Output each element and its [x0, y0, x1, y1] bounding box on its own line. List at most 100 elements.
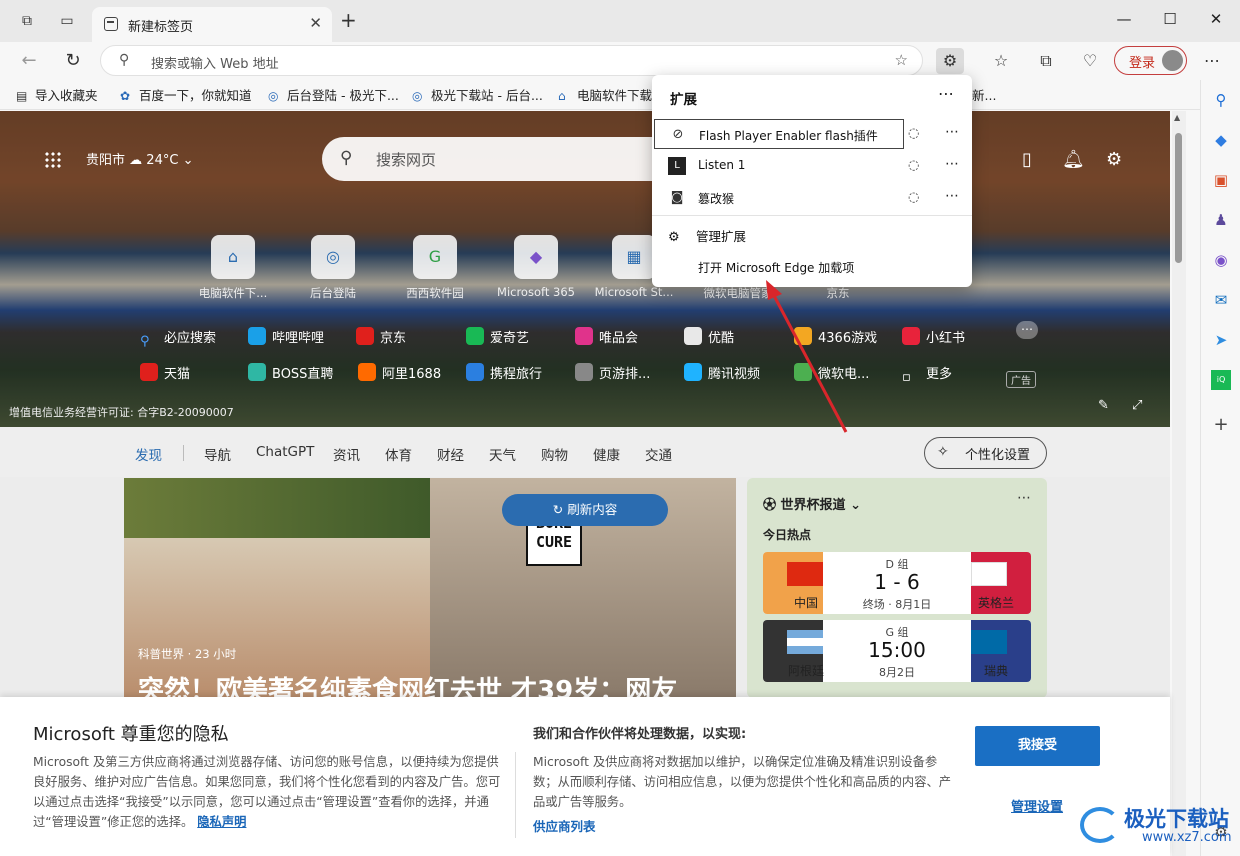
edit-background-icon[interactable]: ✎	[1098, 398, 1109, 413]
hide-icon[interactable]: ◌	[908, 126, 919, 141]
apps-grid-icon[interactable]	[44, 151, 62, 169]
personalize-button[interactable]: ✧ 个性化设置	[924, 437, 1047, 469]
quick-link[interactable]: 腾讯视频	[684, 363, 760, 382]
outlook-icon[interactable]: ✉	[1211, 290, 1231, 310]
workspaces-icon[interactable]: ⧉	[18, 12, 36, 30]
web-search-box[interactable]: ⚲ 搜索网页	[322, 137, 682, 181]
feed-tab[interactable]: 财经	[437, 444, 464, 464]
quick-link[interactable]: 小红书	[902, 327, 965, 346]
vip-icon	[575, 327, 593, 345]
worldcup-title[interactable]: ⚽︎ 世界杯报道 ⌄	[763, 494, 861, 513]
feed-tab[interactable]: 导航	[204, 444, 231, 464]
favorites-icon[interactable]: ☆	[987, 48, 1015, 74]
refresh-content-button[interactable]: ↻ 刷新内容	[502, 494, 668, 526]
quick-link[interactable]: BOSS直聘	[248, 363, 333, 382]
favorite-item[interactable]: ✿ 百度一下，你就知道	[120, 85, 252, 104]
open-addons-item[interactable]: 打开 Microsoft Edge 加载项	[698, 259, 854, 276]
manage-settings-link[interactable]: 管理设置	[1011, 796, 1063, 815]
extensions-icon[interactable]: ⚙	[936, 48, 964, 74]
weather-widget[interactable]: 贵阳市 ☁ 24°C ⌄	[86, 149, 193, 168]
hide-icon[interactable]: ◌	[908, 190, 919, 205]
quick-link[interactable]: 爱奇艺	[466, 327, 529, 346]
add-icon[interactable]: +	[1211, 415, 1231, 435]
quick-tile[interactable]: G 西西软件园	[385, 235, 485, 301]
extension-item[interactable]: ◙ 篡改猴	[654, 183, 970, 213]
quick-link[interactable]: 唯品会	[575, 327, 638, 346]
address-bar[interactable]: ⚲ 搜索或输入 Web 地址 ☆	[100, 45, 923, 76]
feed-tab[interactable]: 购物	[541, 444, 568, 464]
quick-tile[interactable]: ◎ 后台登陆	[283, 235, 383, 301]
quick-link[interactable]: 阿里1688	[358, 363, 441, 382]
feed-tab[interactable]: 天气	[489, 444, 516, 464]
tab-new-tab[interactable]: 新建标签页 ✕	[92, 7, 332, 42]
search-icon[interactable]: ⚲	[1211, 90, 1231, 110]
feed-tab[interactable]: 体育	[385, 444, 412, 464]
quick-link[interactable]: 页游排...	[575, 363, 650, 382]
extension-more-icon[interactable]: ⋯	[945, 188, 959, 204]
back-icon[interactable]: ←	[18, 50, 40, 71]
accept-button[interactable]: 我接受	[975, 726, 1100, 766]
extension-more-icon[interactable]: ⋯	[945, 124, 959, 140]
extensions-more-icon[interactable]: ⋯	[938, 84, 954, 103]
iqiyi-icon[interactable]: iQ	[1211, 370, 1231, 390]
collections-icon[interactable]: ⧉	[1032, 48, 1060, 74]
favorite-item[interactable]: ▤ 导入收藏夹	[16, 85, 98, 104]
quick-link[interactable]: 哔哩哔哩	[248, 327, 324, 346]
maximize-icon[interactable]: ☐	[1160, 10, 1180, 28]
news-headline[interactable]: 突然！欧美著名纯素食网红去世 才39岁：网友	[138, 670, 677, 698]
quick-link[interactable]: 京东	[356, 327, 406, 346]
favorite-item[interactable]: 新...	[972, 85, 996, 104]
notification-icon[interactable]: 🔔︎	[1062, 149, 1085, 170]
match-card[interactable]: 阿根廷 瑞典 G 组 15:00 8月2日	[763, 620, 1031, 682]
new-tab-icon[interactable]: +	[340, 10, 357, 30]
favorite-item[interactable]: ◎ 后台登陆 - 极光下...	[268, 85, 399, 104]
microsoft365-icon[interactable]: ◉	[1211, 250, 1231, 270]
extension-item[interactable]: ⊘ Flash Player Enabler flash插件	[654, 119, 904, 149]
mobile-icon[interactable]: ▯	[1022, 149, 1032, 170]
news-card[interactable]: BORE CURE ↻ 刷新内容 科普世界 · 23 小时 突然！欧美著名纯素食…	[124, 478, 736, 698]
extension-more-icon[interactable]: ⋯	[945, 156, 959, 172]
page-scrollbar[interactable]: ▲	[1172, 111, 1186, 856]
quick-link[interactable]: 天猫	[140, 363, 190, 382]
match-card[interactable]: 中国 英格兰 D 组 1 - 6 终场 · 8月1日	[763, 552, 1031, 614]
quick-link[interactable]: 携程旅行	[466, 363, 542, 382]
quick-tile[interactable]: ⌂ 电脑软件下...	[183, 235, 283, 301]
close-window-icon[interactable]: ✕	[1206, 10, 1226, 28]
manage-extensions-item[interactable]: ⚙ 管理扩展	[668, 226, 746, 245]
scrollbar-thumb[interactable]	[1175, 133, 1182, 263]
feed-tab[interactable]: 发现	[135, 444, 162, 464]
quick-link[interactable]: 优酷	[684, 327, 734, 346]
extension-item[interactable]: L Listen 1	[654, 151, 970, 181]
add-favorite-icon[interactable]: ☆	[895, 51, 908, 69]
toolbox-icon[interactable]: ▣	[1211, 170, 1231, 190]
minimize-icon[interactable]: —	[1114, 10, 1134, 28]
login-button[interactable]: 登录	[1114, 46, 1187, 75]
hide-icon[interactable]: ◌	[908, 158, 919, 173]
close-tab-icon[interactable]: ✕	[309, 14, 322, 32]
more-menu-icon[interactable]: ⋯	[1198, 48, 1226, 74]
privacy-statement-link[interactable]: 隐私声明	[197, 815, 246, 829]
quick-link[interactable]: ▫ 更多	[902, 363, 952, 388]
quick-tile[interactable]: ◆ Microsoft 365	[486, 235, 586, 299]
city-label: 贵阳市	[86, 153, 126, 168]
browser-essentials-icon[interactable]: ♡	[1076, 48, 1104, 74]
scroll-up-icon[interactable]: ▲	[1174, 113, 1180, 122]
tab-actions-icon[interactable]: ▭	[58, 12, 76, 30]
quick-link[interactable]: ⚲ 必应搜索	[140, 327, 216, 352]
feed-tab[interactable]: 资讯	[333, 444, 360, 464]
favorite-label: 后台登陆 - 极光下...	[287, 88, 399, 103]
feed-tab[interactable]: 健康	[593, 444, 620, 464]
favorite-item[interactable]: ⌂ 电脑软件下载	[558, 85, 652, 104]
links-more-icon[interactable]: ⋯	[1016, 321, 1038, 339]
card-more-icon[interactable]: ⋯	[1017, 490, 1031, 506]
feed-tab[interactable]: 交通	[645, 444, 672, 464]
feed-tab[interactable]: ChatGPT	[256, 444, 314, 460]
send-icon[interactable]: ➤	[1211, 330, 1231, 350]
vendor-list-link[interactable]: 供应商列表	[533, 816, 596, 835]
expand-icon[interactable]: ⤢	[1132, 398, 1142, 413]
settings-icon[interactable]: ⚙	[1106, 149, 1122, 170]
refresh-icon[interactable]: ↻	[62, 50, 84, 71]
shopping-tag-icon[interactable]: ◆	[1211, 130, 1231, 150]
favorite-item[interactable]: ◎ 极光下载站 - 后台...	[412, 85, 543, 104]
games-icon[interactable]: ♟	[1211, 210, 1231, 230]
